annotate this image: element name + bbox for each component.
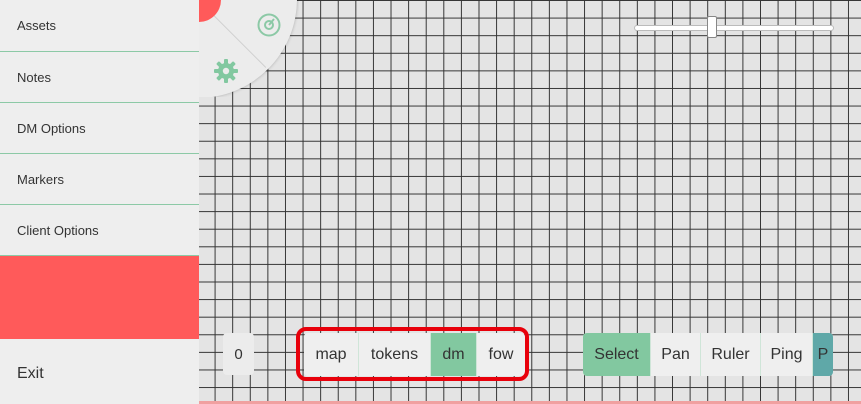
level-counter: 0 xyxy=(223,333,254,375)
tool-pan-button[interactable]: Pan xyxy=(650,333,700,376)
counter-value: 0 xyxy=(234,345,243,363)
tool-label: P xyxy=(817,345,829,363)
tool-select-button[interactable]: Select xyxy=(583,333,650,376)
sidebar-item-label: Notes xyxy=(17,69,51,85)
tool-label: Pan xyxy=(661,345,690,363)
sidebar-item-notes[interactable]: Notes xyxy=(0,52,199,103)
exit-button[interactable]: Exit xyxy=(0,343,199,404)
sidebar-item-label: Markers xyxy=(17,171,64,187)
sidebar-item-client-options[interactable]: Client Options xyxy=(0,205,199,256)
tool-ping-button[interactable]: Ping xyxy=(760,333,812,376)
tool-selector: Select Pan Ruler Ping P xyxy=(583,333,833,376)
sidebar-menu: Assets Notes DM Options Markers Client O… xyxy=(0,0,199,404)
tool-label: Ruler xyxy=(711,345,750,363)
sidebar-red-panel[interactable] xyxy=(0,256,199,339)
sidebar-item-dm-options[interactable]: DM Options xyxy=(0,103,199,154)
tool-label: Select xyxy=(594,345,639,363)
radial-menu xyxy=(199,0,299,97)
tool-label: Ping xyxy=(770,345,803,363)
sidebar-item-assets[interactable]: Assets xyxy=(0,0,199,52)
sidebar-item-label: DM Options xyxy=(17,120,86,136)
tool-ruler-button[interactable]: Ruler xyxy=(700,333,760,376)
sidebar-item-markers[interactable]: Markers xyxy=(0,154,199,205)
gear-icon[interactable] xyxy=(213,58,239,84)
sidebar-item-label: Assets xyxy=(17,18,57,33)
layer-highlight-outline xyxy=(296,327,529,381)
tool-p-button[interactable]: P xyxy=(812,333,833,376)
exit-label: Exit xyxy=(17,364,44,382)
zoom-slider-track[interactable] xyxy=(634,25,834,31)
compass-icon[interactable] xyxy=(257,13,281,37)
sidebar-item-label: Client Options xyxy=(17,222,99,238)
zoom-slider-handle[interactable] xyxy=(707,16,717,38)
